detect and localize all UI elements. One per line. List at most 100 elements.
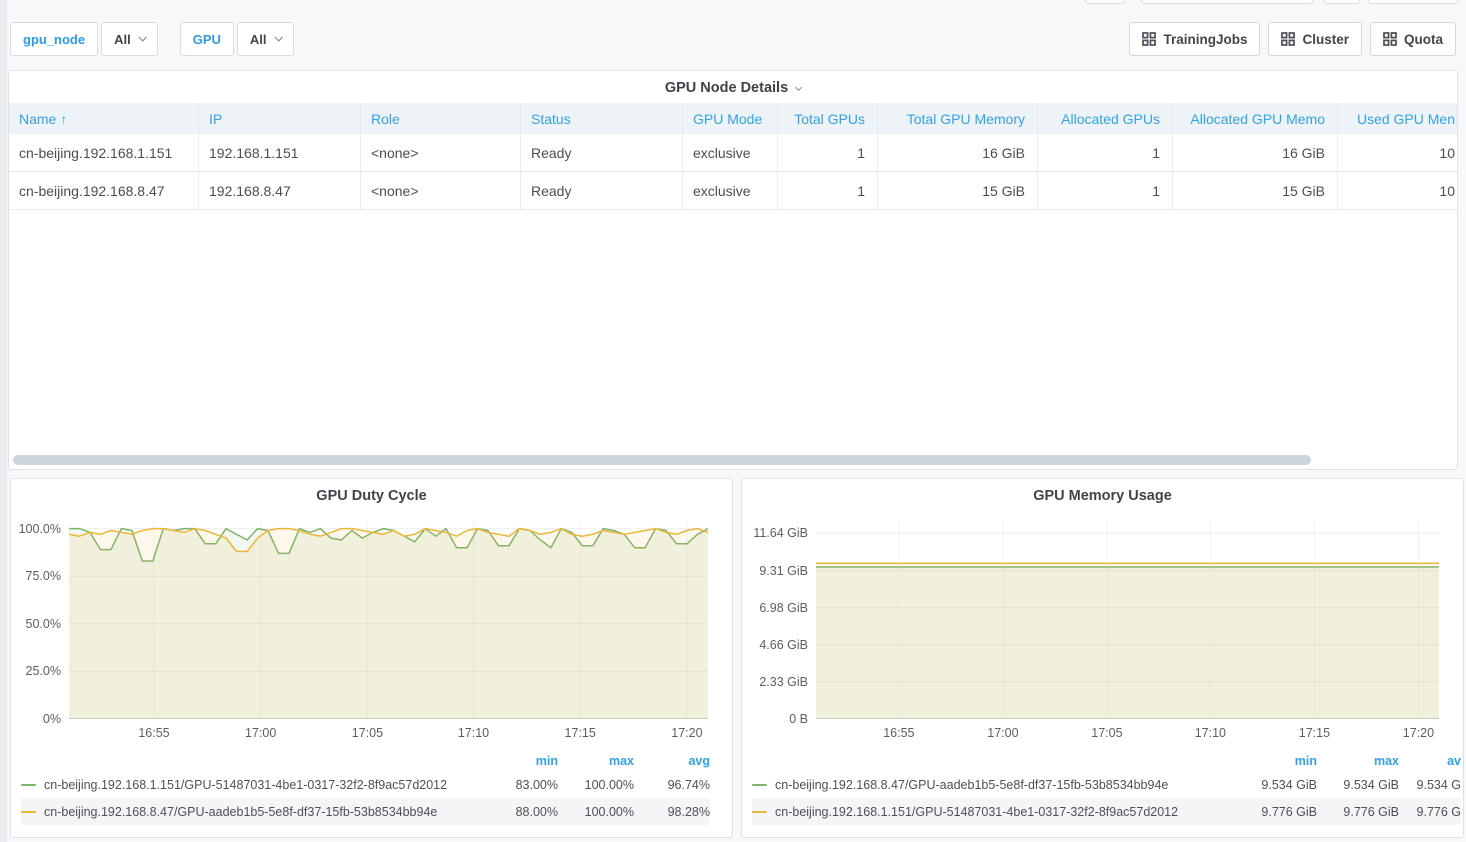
series-color-dash[interactable]	[752, 810, 767, 813]
column-header-allocated-gpus[interactable]: Allocated GPUs	[1038, 103, 1173, 134]
y-tick-label: 25.0%	[25, 664, 61, 679]
series-name[interactable]: cn-beijing.192.168.8.47/GPU-aadeb1b5-5e8…	[44, 805, 482, 819]
column-header-total-gpus[interactable]: Total GPUs	[778, 103, 878, 134]
x-tick-label: 17:00	[245, 726, 277, 740]
column-header-allocated-gpu-memo[interactable]: Allocated GPU Memo	[1173, 103, 1338, 134]
gpu-node-details-panel: GPU Node Details Name ↑ IP Role Status GPU Mo…	[8, 70, 1458, 470]
panel-title-gpu-duty-cycle[interactable]: GPU Duty Cycle	[11, 479, 732, 504]
y-tick-label: 11.64 GiB	[753, 526, 808, 541]
table-cell: <none>	[361, 172, 521, 209]
dashboard-links: TrainingJobs Cluster Quota	[1129, 22, 1456, 56]
y-tick-label: 0 B	[789, 712, 808, 726]
x-tick-label: 17:15	[1298, 726, 1331, 740]
series-name[interactable]: cn-beijing.192.168.8.47/GPU-aadeb1b5-5e8…	[775, 778, 1235, 792]
table-cell: Ready	[521, 172, 683, 209]
y-axis: 11.64 GiB 9.31 GiB 6.98 GiB 4.66 GiB 2.33 Gi…	[742, 479, 808, 739]
var-label-gpu-node[interactable]: gpu_node	[10, 22, 99, 56]
memory-usage-plot[interactable]	[816, 521, 1439, 720]
series-min-value: 9.534 GiB	[1261, 777, 1317, 792]
dashboard-grid-icon	[1142, 32, 1157, 46]
x-tick-label: 16:55	[883, 726, 915, 740]
column-header-label: Total GPU Memory	[906, 110, 1025, 127]
chart-legend: min max avg cn-beijing.192.168.1.151/GPU-51…	[21, 750, 710, 825]
series-name[interactable]: cn-beijing.192.168.1.151/GPU-51487031-4b…	[775, 805, 1235, 819]
var-value-text: All	[249, 31, 267, 47]
series-max-value: 100.00%	[584, 804, 634, 819]
series-name[interactable]: cn-beijing.192.168.1.151/GPU-51487031-4b…	[44, 778, 482, 792]
trainingjobs-link-button[interactable]: TrainingJobs	[1129, 22, 1261, 56]
series-max-value: 100.00%	[584, 777, 634, 792]
x-tick-label: 17:00	[987, 726, 1019, 740]
column-header-ip[interactable]: IP	[199, 103, 361, 134]
x-tick-label: 17:20	[1402, 726, 1435, 740]
duty-cycle-plot[interactable]	[68, 521, 709, 720]
link-label: Quota	[1404, 31, 1443, 47]
y-tick-label: 100.0%	[18, 521, 61, 536]
dashboard-grid-icon	[1383, 32, 1397, 46]
table-header-row: Name ↑ IP Role Status GPU Mode Total GPUs Total…	[9, 103, 1457, 134]
table-cell: 15 GiB	[1173, 172, 1338, 209]
table-row[interactable]: cn-beijing.192.168.8.47 192.168.8.47 <none…	[9, 172, 1457, 210]
x-tick-label: 17:15	[564, 726, 596, 740]
table-cell: 15 GiB	[878, 172, 1038, 209]
table-row[interactable]: cn-beijing.192.168.1.151 192.168.1.151 <no…	[9, 134, 1457, 172]
legend-row: cn-beijing.192.168.8.47/GPU-aadeb1b5-5e8…	[752, 771, 1461, 798]
clipped-toolbar-control	[1085, 0, 1125, 4]
series-color-dash[interactable]	[752, 783, 767, 786]
series-color-dash[interactable]	[21, 783, 36, 786]
x-axis: 16:55 17:00 17:05 17:10 17:15 17:20	[69, 726, 708, 742]
gpu-memory-usage-panel: GPU Memory Usage 11.64 GiB 9.31 GiB 6.98 G…	[741, 478, 1464, 838]
var-value-text: All	[114, 31, 131, 47]
var-select-gpu[interactable]: All	[236, 22, 294, 56]
horizontal-scrollbar-thumb[interactable]	[13, 455, 1311, 465]
chart-canvas	[68, 521, 709, 720]
chart-canvas	[816, 521, 1439, 720]
series-area	[816, 563, 1439, 719]
column-header-total-gpu-memory[interactable]: Total GPU Memory	[878, 103, 1038, 134]
legend-column-max[interactable]: max	[1317, 754, 1399, 768]
legend-column-max[interactable]: max	[558, 754, 634, 768]
legend-row: cn-beijing.192.168.8.47/GPU-aadeb1b5-5e8…	[21, 798, 710, 825]
table-cell: <none>	[361, 134, 521, 171]
column-header-label: IP	[209, 110, 223, 127]
column-header-label: Name	[19, 110, 57, 127]
table-cell: exclusive	[683, 134, 778, 171]
sort-ascending-icon: ↑	[60, 110, 68, 127]
var-select-gpu-node[interactable]: All	[101, 22, 158, 56]
column-header-status[interactable]: Status	[521, 103, 683, 134]
series-min-value: 83.00%	[515, 777, 558, 792]
panel-title-gpu-node-details[interactable]: GPU Node Details	[9, 71, 1457, 96]
panel-title-text: GPU Memory Usage	[1033, 488, 1172, 504]
table-cell: 1	[1038, 134, 1173, 171]
legend-column-min[interactable]: min	[1235, 754, 1317, 768]
series-area	[69, 528, 708, 719]
table-cell: exclusive	[683, 172, 778, 209]
series-min-value: 9.776 GiB	[1261, 804, 1317, 819]
column-header-name[interactable]: Name ↑	[9, 103, 199, 134]
legend-column-avg[interactable]: avg	[634, 754, 710, 768]
x-tick-label: 17:10	[457, 726, 490, 740]
series-avg-value: 9.534 G	[1416, 777, 1461, 792]
column-header-role[interactable]: Role	[361, 103, 521, 134]
series-avg-value: 98.28%	[667, 804, 710, 819]
table-cell: 1	[1038, 172, 1173, 209]
legend-column-av[interactable]: av	[1399, 754, 1461, 768]
var-label-gpu[interactable]: GPU	[179, 22, 234, 56]
link-label: TrainingJobs	[1163, 31, 1248, 47]
series-color-dash[interactable]	[21, 810, 36, 813]
quota-link-button[interactable]: Quota	[1370, 22, 1456, 56]
clipped-toolbar-control	[1368, 0, 1458, 4]
cluster-link-button[interactable]: Cluster	[1268, 22, 1362, 56]
series-max-value: 9.534 GiB	[1343, 777, 1399, 792]
panel-title-gpu-memory-usage[interactable]: GPU Memory Usage	[742, 479, 1463, 504]
chart-legend: min max av cn-beijing.192.168.8.47/GPU-aade…	[752, 750, 1461, 825]
column-header-used-gpu-men[interactable]: Used GPU Men	[1338, 103, 1457, 134]
x-tick-label: 17:05	[1091, 726, 1123, 740]
table-cell: 1	[778, 134, 878, 171]
legend-column-min[interactable]: min	[482, 754, 558, 768]
gpu-duty-cycle-panel: GPU Duty Cycle 100.0% 75.0% 50.0% 25.0% 0% 1…	[10, 478, 733, 838]
column-header-label: Total GPUs	[794, 110, 865, 127]
left-edge-strip	[0, 0, 7, 842]
column-header-gpu-mode[interactable]: GPU Mode	[683, 103, 778, 134]
link-label: Cluster	[1302, 31, 1349, 47]
